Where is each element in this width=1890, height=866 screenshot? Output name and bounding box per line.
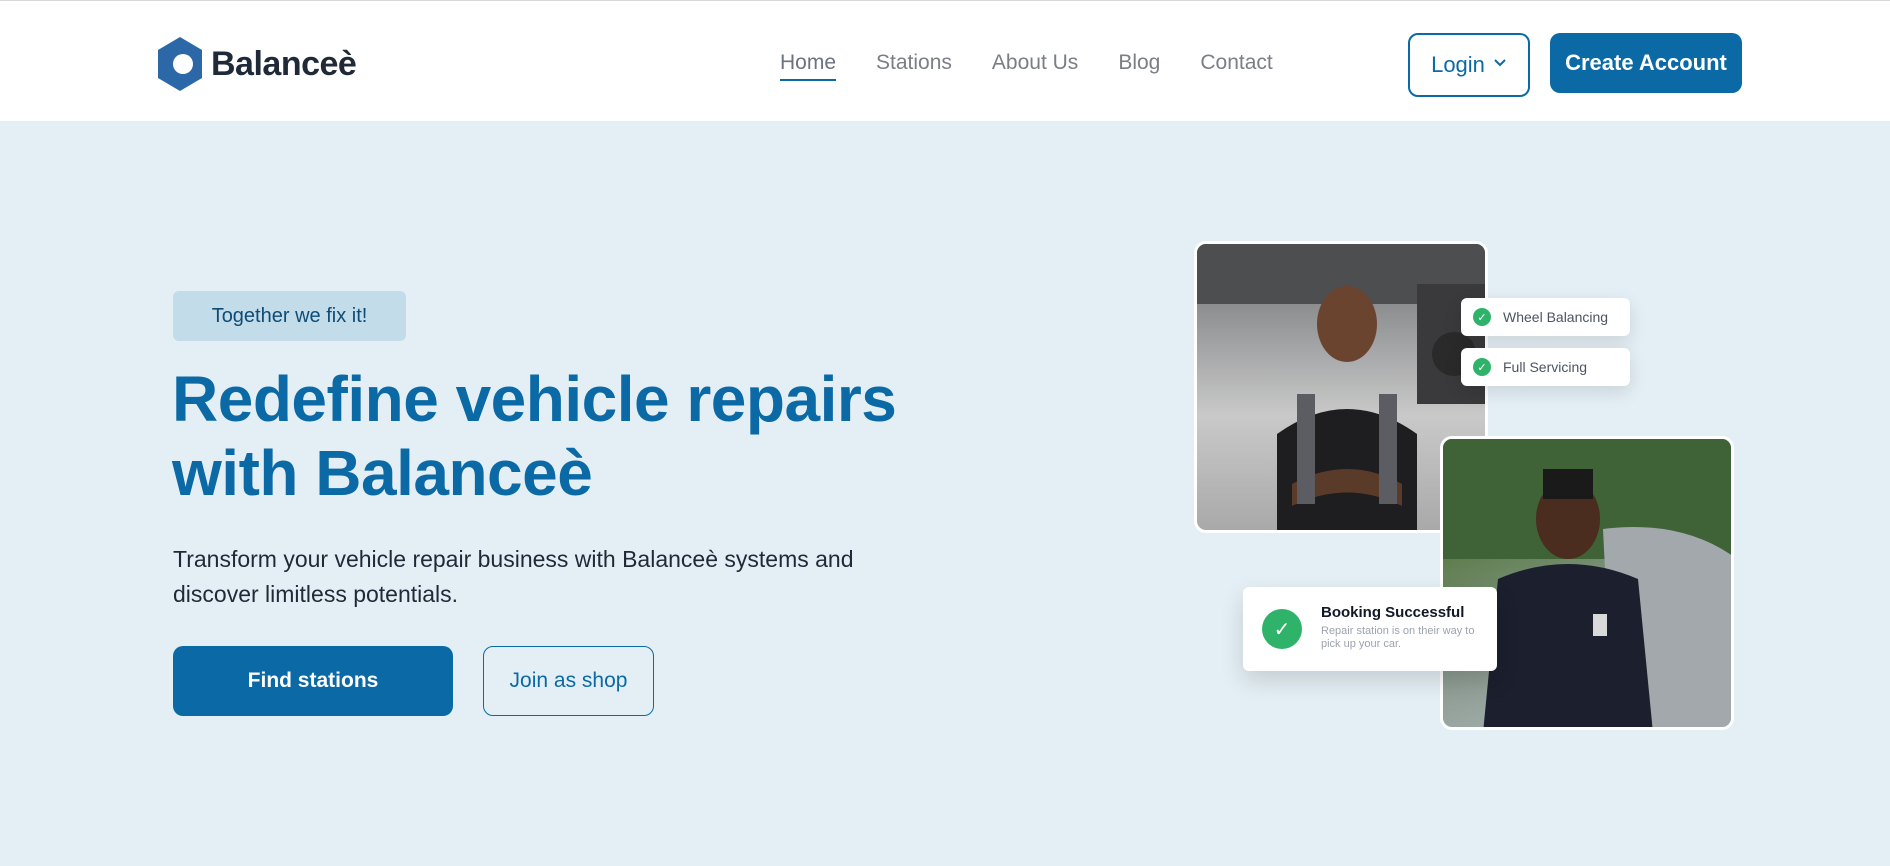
chip-label: Full Servicing: [1503, 359, 1588, 375]
booking-notification: ✓ Booking Successful Repair station is o…: [1243, 587, 1497, 671]
find-stations-button[interactable]: Find stations: [173, 646, 453, 716]
hero-tag: Together we fix it!: [173, 291, 406, 341]
chip-label: Wheel Balancing: [1503, 309, 1609, 325]
brand-logo[interactable]: Balanceè: [155, 35, 357, 93]
check-icon: ✓: [1473, 358, 1491, 376]
nav-blog[interactable]: Blog: [1118, 51, 1160, 81]
main-nav: Home Stations About Us Blog Contact: [780, 51, 1313, 81]
nav-about-us[interactable]: About Us: [992, 51, 1078, 81]
join-as-shop-button[interactable]: Join as shop: [483, 646, 654, 716]
create-account-button[interactable]: Create Account: [1550, 33, 1742, 93]
nav-contact[interactable]: Contact: [1200, 51, 1272, 81]
hero-title: Redefine vehicle repairs with Balanceè: [172, 363, 897, 509]
hero-subtitle: Transform your vehicle repair business w…: [173, 546, 854, 607]
chevron-down-icon: [1493, 55, 1507, 71]
login-label: Login: [1431, 52, 1485, 77]
booking-description: Repair station is on their way to pick u…: [1321, 625, 1475, 650]
service-chip-wheel: ✓ Wheel Balancing: [1461, 298, 1630, 336]
booking-title: Booking Successful: [1321, 604, 1465, 621]
service-chip-servicing: ✓ Full Servicing: [1461, 348, 1630, 386]
site-header: Balanceè Home Stations About Us Blog Con…: [0, 0, 1890, 121]
check-icon: ✓: [1473, 308, 1491, 326]
nav-stations[interactable]: Stations: [876, 51, 952, 81]
nav-home[interactable]: Home: [780, 51, 837, 81]
customer-photo: [1440, 436, 1734, 730]
login-button[interactable]: Login: [1408, 33, 1530, 97]
hexagon-logo-icon: [155, 35, 205, 93]
check-icon: ✓: [1262, 609, 1302, 649]
brand-name: Balanceè: [211, 44, 357, 83]
